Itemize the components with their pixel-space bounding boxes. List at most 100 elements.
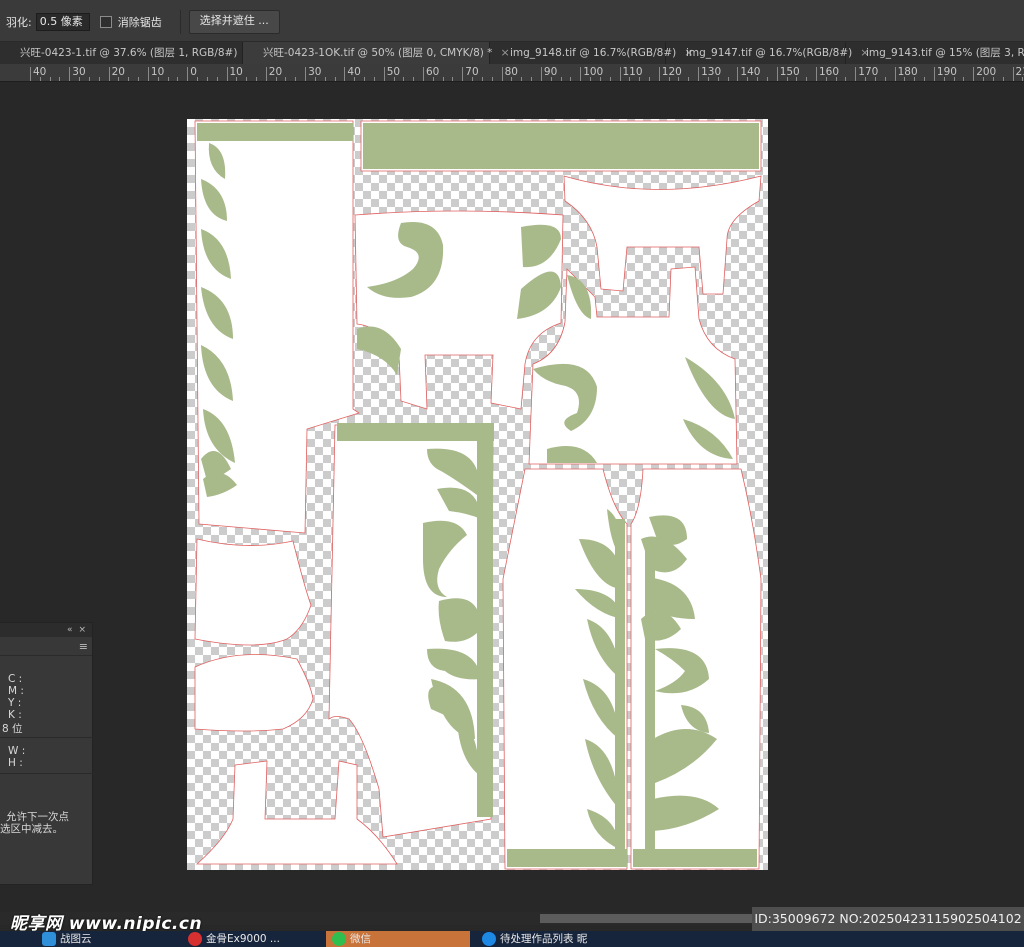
ruler-tick [206, 77, 208, 81]
ruler-tick [314, 77, 316, 81]
ruler-tick [894, 67, 896, 81]
garment-pattern-artwork [194, 120, 762, 870]
ruler-tick [354, 77, 356, 81]
ruler-tick [1022, 77, 1024, 81]
black-readout: K : [8, 709, 22, 721]
ruler-tick [511, 77, 513, 81]
ruler-tick [344, 67, 346, 81]
ruler-tick [717, 77, 719, 81]
ruler-tick [580, 67, 582, 81]
app-icon [188, 932, 202, 946]
ruler-tick [786, 77, 788, 81]
ruler-tick [590, 77, 592, 81]
ruler-tick [933, 67, 935, 81]
ruler-tick [855, 67, 857, 81]
taskbar-item-1[interactable]: 战图云 [42, 931, 92, 947]
taskbar-label: 战图云 [60, 933, 92, 945]
taskbar-label: 金骨Ex9000 ... [206, 933, 280, 945]
document-tabs: 兴旺-0423-1.tif @ 37.6% (图层 1, RGB/8#) × 兴… [0, 42, 1024, 64]
tab-document-5[interactable]: img_9143.tif @ 15% (图层 3, RGB/ [846, 42, 1024, 64]
pattern-piece [195, 760, 398, 865]
ruler-tick [373, 77, 375, 81]
ruler-tick [59, 77, 61, 81]
ruler-tick [157, 77, 159, 81]
document-canvas[interactable] [187, 119, 768, 870]
ruler-tick [629, 77, 631, 81]
select-and-mask-button[interactable]: 选择并遮住 ... [188, 10, 280, 34]
ruler-tick [531, 77, 533, 81]
ruler-tick [943, 77, 945, 81]
close-icon[interactable]: × [78, 625, 86, 635]
taskbar-label: 微信 [350, 933, 371, 945]
tab-label: 兴旺-0423-1OK.tif @ 50% (图层 0, CMYK/8) * [263, 47, 493, 59]
antialias-checkbox[interactable] [99, 16, 112, 28]
ruler-tick [884, 77, 886, 81]
panel-header: « × [0, 623, 92, 637]
ruler-tick [197, 77, 199, 81]
ruler-tick [983, 77, 985, 81]
ruler-tick [1012, 67, 1014, 81]
ruler-tick [914, 77, 916, 81]
horizontal-ruler[interactable]: 40 30 20 10 0 10 20 30 40 50 60 70 80 90 100 110 120 130 1… [0, 64, 1024, 82]
feather-input[interactable]: 0.5 像素 [35, 13, 90, 31]
ruler-tick [383, 67, 385, 81]
ruler-tick [88, 77, 90, 81]
ruler-tick [963, 77, 965, 81]
ruler-tick [560, 77, 562, 81]
pattern-piece [194, 538, 312, 646]
panel-divider [0, 773, 93, 774]
ruler-tick [403, 77, 405, 81]
ruler-tick [648, 77, 650, 81]
ruler-tick [688, 77, 690, 81]
pattern-piece [502, 468, 628, 870]
tab-label: img_9147.tif @ 16.7%(RGB/8#) [686, 47, 853, 59]
tab-document-4[interactable]: img_9147.tif @ 16.7%(RGB/8#) × [666, 42, 869, 64]
options-bar: 羽化: 0.5 像素 消除锯齿 选择并遮住 ... [0, 0, 1024, 42]
ruler-tick [98, 77, 100, 81]
ruler-tick [118, 77, 120, 81]
magenta-readout: M : [8, 685, 24, 697]
feather-label: 羽化: [6, 16, 32, 29]
menu-icon[interactable]: ≡ [79, 640, 88, 653]
ruler-tick [973, 67, 975, 81]
ruler-tick [491, 77, 493, 81]
taskbar-item-2[interactable]: 金骨Ex9000 ... [188, 931, 280, 947]
collapse-icon[interactable]: « [67, 625, 73, 635]
ruler-tick [147, 67, 149, 81]
ruler-tick [423, 67, 424, 81]
ruler-tick [462, 67, 464, 81]
tab-label: img_9148.tif @ 16.7%(RGB/8#) [510, 47, 677, 59]
ruler-tick [216, 77, 218, 81]
antialias-label: 消除锯齿 [117, 16, 162, 29]
ruler-tick [747, 77, 749, 81]
ruler-tick [845, 77, 847, 81]
ruler-tick [550, 77, 552, 81]
tab-document-1[interactable]: 兴旺-0423-1.tif @ 37.6% (图层 1, RGB/8#) × [0, 42, 255, 64]
wechat-icon [332, 932, 346, 946]
ruler-tick [1002, 77, 1004, 81]
ruler-tick [619, 67, 621, 81]
tab-document-2[interactable]: 兴旺-0423-1OK.tif @ 50% (图层 0, CMYK/8) * × [243, 42, 510, 64]
taskbar-item-3[interactable]: 微信 [326, 931, 470, 947]
tab-document-3[interactable]: img_9148.tif @ 16.7%(RGB/8#) × [490, 42, 693, 64]
panel-divider [0, 737, 93, 738]
ruler-tick [776, 67, 778, 81]
ruler-tick [255, 77, 257, 81]
taskbar-item-4[interactable]: 待处理作品列表 昵 [482, 931, 587, 947]
ruler-tick [177, 77, 179, 81]
ruler-tick [187, 67, 189, 81]
watermark-id: ID:35009672 NO:20250423115902504102 [752, 907, 1024, 931]
ruler-tick [226, 67, 228, 81]
ruler-tick [49, 77, 51, 81]
ruler-tick [757, 77, 759, 81]
ruler-tick-label: 0 [190, 66, 197, 78]
ruler-tick [452, 77, 454, 81]
ruler-tick [796, 77, 798, 81]
ruler-tick [246, 77, 248, 81]
tab-label: 兴旺-0423-1.tif @ 37.6% (图层 1, RGB/8#) [20, 47, 238, 59]
ruler-tick [265, 67, 267, 81]
height-readout: H : [8, 757, 23, 769]
ruler-tick [678, 77, 680, 81]
ruler-tick [442, 77, 444, 81]
ruler-tick [727, 77, 729, 81]
